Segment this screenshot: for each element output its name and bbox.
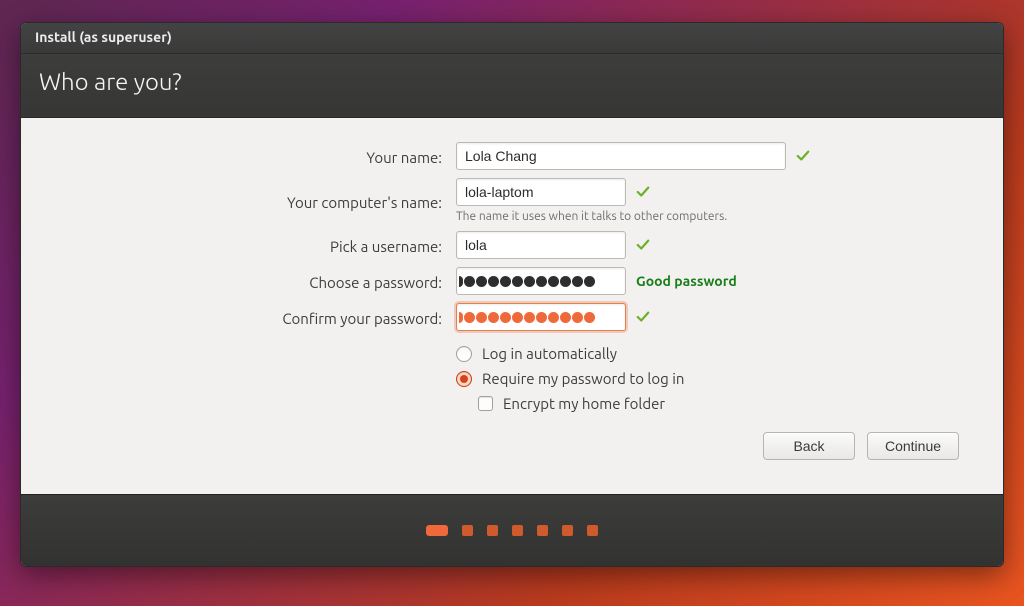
- user-input[interactable]: [456, 231, 626, 259]
- progress-dot[interactable]: [487, 525, 498, 536]
- password-input[interactable]: [456, 267, 626, 295]
- checkbox-icon: [478, 396, 493, 411]
- progress-dot[interactable]: [462, 525, 473, 536]
- encrypt-home-option[interactable]: Encrypt my home folder: [456, 395, 977, 412]
- progress-dot[interactable]: [426, 525, 448, 536]
- installer-window: Install (as superuser) Who are you? Your…: [20, 22, 1004, 567]
- login-require-option[interactable]: Require my password to log in: [456, 370, 977, 387]
- progress-dot[interactable]: [587, 525, 598, 536]
- check-icon: [636, 238, 650, 252]
- confirm-password-input[interactable]: [456, 303, 626, 331]
- radio-icon: [456, 371, 472, 387]
- confirm-label: Confirm your password:: [47, 307, 442, 327]
- login-auto-label: Log in automatically: [482, 345, 617, 362]
- password-strength: Good password: [636, 273, 737, 289]
- login-require-label: Require my password to log in: [482, 370, 684, 387]
- check-icon: [796, 149, 810, 163]
- host-label: Your computer's name:: [47, 191, 442, 211]
- name-input[interactable]: [456, 142, 786, 170]
- continue-button[interactable]: Continue: [867, 432, 959, 460]
- progress-dot[interactable]: [537, 525, 548, 536]
- progress-dots: [21, 494, 1003, 566]
- check-icon: [636, 310, 650, 324]
- password-label: Choose a password:: [47, 271, 442, 291]
- back-button[interactable]: Back: [763, 432, 855, 460]
- name-label: Your name:: [47, 146, 442, 166]
- progress-dot[interactable]: [512, 525, 523, 536]
- window-title: Install (as superuser): [35, 29, 172, 45]
- progress-dot[interactable]: [562, 525, 573, 536]
- action-bar: Back Continue: [47, 412, 977, 478]
- window-titlebar[interactable]: Install (as superuser): [21, 23, 1003, 54]
- host-input[interactable]: [456, 178, 626, 206]
- login-auto-option[interactable]: Log in automatically: [456, 345, 977, 362]
- encrypt-home-label: Encrypt my home folder: [503, 395, 665, 412]
- user-label: Pick a username:: [47, 235, 442, 255]
- radio-icon: [456, 346, 472, 362]
- form-area: Your name: Your computer's name: The nam…: [21, 118, 1003, 494]
- page-header: Who are you?: [21, 54, 1003, 118]
- check-icon: [636, 185, 650, 199]
- host-hint: The name it uses when it talks to other …: [456, 210, 977, 223]
- page-title: Who are you?: [39, 68, 182, 95]
